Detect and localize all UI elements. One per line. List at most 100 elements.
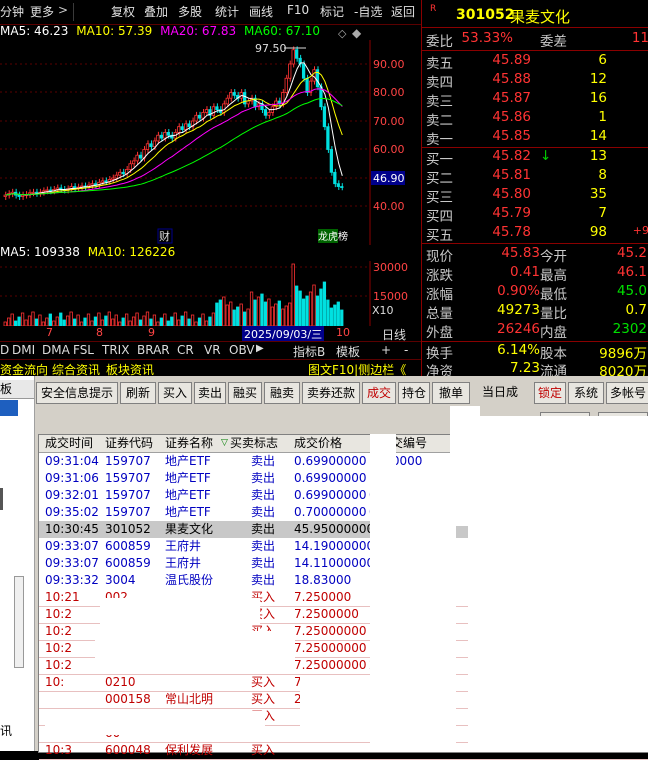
stat-label: 总量 [426,306,453,322]
template-button[interactable]: 模板 [336,343,360,360]
period-minute-button[interactable]: 分钟 [0,3,24,20]
dragon-tiger-marker[interactable]: 龙虎榜 [318,230,348,243]
trade-button[interactable]: 卖出 [194,382,226,404]
tab-dmi[interactable]: DMI [12,343,35,357]
cell-price: 7.250000 [294,590,352,604]
tab-d[interactable]: D [0,343,9,357]
add-watchlist-button[interactable]: -自选 [354,3,382,20]
vol-tick-label: 30000 [373,261,408,274]
stat-label: 外盘 [426,325,453,341]
zoom-in-button[interactable]: + [381,343,391,357]
trade-button[interactable]: 融买 [228,382,262,404]
stat-label: 涨幅 [426,287,453,303]
col-time[interactable]: 成交时间 [45,435,93,452]
more-button[interactable]: 更多 [30,3,54,20]
cell-time: 09:31:04 [45,454,99,468]
trade-button[interactable]: 买入 [158,382,192,404]
trade-button[interactable]: 卖券还款 [302,382,360,404]
asks-price: 45.86 [492,109,531,125]
bids-row[interactable]: 买三 45.80 35 [422,186,648,206]
kline-chart[interactable]: 90.0080.0070.0060.0050.0040.00 97.50 46.… [0,40,421,245]
tab-brar[interactable]: BRAR [137,343,170,357]
tab-trix[interactable]: TRIX [102,343,129,357]
collapse-icon[interactable]: ◆ [352,26,361,40]
finance-marker[interactable]: 财 [159,229,170,243]
multi-stock-button[interactable]: 多股 [178,3,202,20]
draw-line-button[interactable]: 画线 [249,3,273,20]
col-code[interactable]: 证券代码 [105,435,153,452]
diamond-icon[interactable]: ◇ [338,27,346,40]
stats-button[interactable]: 统计 [215,3,239,20]
chevron-right-icon[interactable]: ▶ [256,343,264,354]
trade-button[interactable]: 持仓 [398,382,430,404]
stat-value: 6.14% [497,342,540,358]
bids-row[interactable]: 买二 45.81 8 [422,167,648,187]
asks-row[interactable]: 卖二 45.86 1 [422,109,648,129]
trade-button[interactable]: 当日成 [472,382,528,402]
bids-row[interactable]: 买一 45.82 ↓ 13 [422,148,648,168]
ma5-legend: MA5: 46.23 [0,24,69,38]
asks-price: 45.88 [492,71,531,87]
date-label: 8 [96,326,103,339]
indicator-b-button[interactable]: 指标B [293,343,325,360]
asks-row[interactable]: 卖三 45.87 16 [422,90,648,110]
trade-button[interactable]: 安全信息提示 [36,382,118,404]
tab-vr[interactable]: VR [204,343,221,357]
cell-price: 7.2500000 [294,607,359,621]
stat-value: 49273 [497,302,540,318]
col-price[interactable]: 成交价格 [294,435,342,452]
bids-volume: 35 [589,186,607,202]
asks-volume: 6 [598,52,607,68]
fuquan-button[interactable]: 复权 [111,3,135,20]
asks-row[interactable]: 卖四 45.88 12 [422,71,648,91]
tab-dma[interactable]: DMA [42,343,70,357]
nav-label: 讯 [0,724,13,738]
asks-row[interactable]: 卖一 45.85 14 [422,128,648,148]
cell-time: 09:33:32 [45,573,99,587]
col-side[interactable]: 买卖标志 [230,435,278,452]
stat-row: 外盘 26246 内盘 2302 [422,321,648,341]
overlay-button[interactable]: 叠加 [144,3,168,20]
tab-cr[interactable]: CR [177,343,194,357]
cell-side: 买入 [251,692,276,706]
sort-down-icon[interactable]: ▽ [221,435,228,452]
bids-row[interactable]: 买四 45.79 7 [422,205,648,225]
trade-button[interactable]: 系统 [568,382,604,404]
more-arrow-icon[interactable]: > [58,3,68,17]
trade-button[interactable]: 撤单 [432,382,470,404]
nav-scrollbar[interactable] [14,576,24,668]
weicha-value: 11 [631,30,648,46]
chart-toolbar: 分钟 更多 > 复权 叠加 多股 统计 画线 F10 标记 -自选 返回 [0,0,421,25]
redaction [45,711,265,735]
tab-fsl[interactable]: FSL [73,343,94,357]
stat-value: 0.41 [509,264,540,280]
trade-button[interactable]: 成交 [362,382,396,404]
trade-button[interactable]: 多帐号 [606,382,648,404]
bids-row[interactable]: 买五 45.78 98 +9 [422,224,648,244]
cell-side: 卖出 [251,471,276,485]
redaction [468,416,648,751]
r-flag: R [430,4,437,14]
cell-code: 3004 [105,573,136,587]
col-name[interactable]: 证券名称 [165,435,213,452]
cell-name: 常山北明 [165,692,214,706]
bids-price: 45.81 [492,167,531,183]
trade-button[interactable]: 刷新 [120,382,156,404]
asks-row[interactable]: 卖五 45.89 6 [422,52,648,72]
y-tick-label: 40.00 [373,200,405,213]
mark-button[interactable]: 标记 [320,3,344,20]
trade-button[interactable]: 融卖 [264,382,300,404]
y-tick-label: 80.00 [373,86,405,99]
f10-button[interactable]: F10 [287,3,309,17]
trade-button[interactable]: 锁定 [534,382,566,404]
nav-tab[interactable]: 板 [0,380,34,399]
volume-chart[interactable]: 30000 15000 X10 [0,261,421,326]
back-button[interactable]: 返回 [391,3,415,20]
stock-name: 果麦文化 [510,8,571,26]
cell-price: 0.70000000 [294,505,367,519]
tab-obv[interactable]: OBV [229,343,255,357]
asks-price: 45.87 [492,90,531,106]
bids-price: 45.79 [492,205,531,221]
redaction [370,434,396,751]
zoom-out-button[interactable]: - [404,343,408,357]
